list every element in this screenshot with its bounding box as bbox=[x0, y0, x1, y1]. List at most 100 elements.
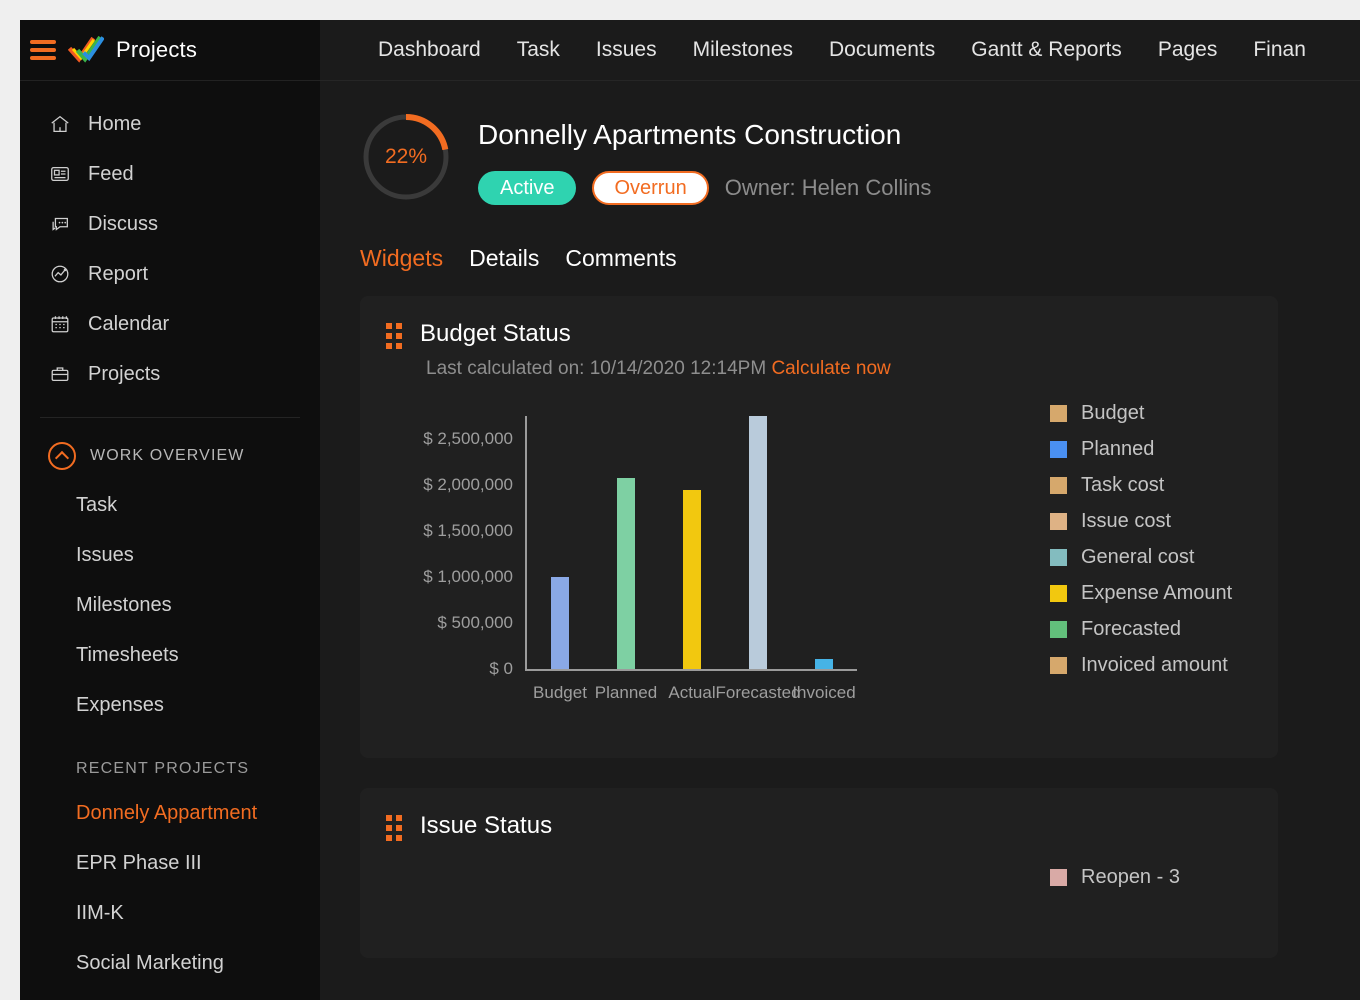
tab-dashboard[interactable]: Dashboard bbox=[360, 38, 499, 62]
sidebar-header: Projects bbox=[20, 20, 320, 81]
sidebar-section-work-overview[interactable]: WORK OVERVIEW bbox=[20, 418, 320, 480]
drag-handle-dots-icon[interactable] bbox=[386, 815, 402, 837]
budget-widget-title: Budget Status bbox=[420, 320, 571, 348]
section-label: WORK OVERVIEW bbox=[90, 447, 244, 465]
sidebar-item-label: Task bbox=[76, 494, 117, 517]
legend-item[interactable]: Forecasted bbox=[1050, 618, 1232, 641]
sidebar-item-label: Expenses bbox=[76, 694, 164, 717]
legend-item[interactable]: General cost bbox=[1050, 546, 1232, 569]
section-label: RECENT PROJECTS bbox=[76, 760, 249, 778]
project-header-text: Donnelly Apartments Construction Active … bbox=[478, 111, 931, 205]
sidebar-project-epr-phase-iii[interactable]: EPR Phase III bbox=[20, 838, 320, 888]
sidebar-item-home[interactable]: Home bbox=[20, 99, 320, 149]
legend-swatch bbox=[1050, 405, 1067, 422]
chart-bar[interactable] bbox=[617, 478, 635, 669]
chart-bar[interactable] bbox=[551, 577, 569, 669]
x-axis-tick-label: Actual bbox=[668, 683, 715, 703]
tab-comments[interactable]: Comments bbox=[565, 245, 676, 272]
drag-handle-dots-icon[interactable] bbox=[386, 323, 402, 345]
sidebar-item-milestones[interactable]: Milestones bbox=[20, 580, 320, 630]
legend-item[interactable]: Planned bbox=[1050, 438, 1232, 461]
project-subtabs: Widgets Details Comments bbox=[320, 205, 1360, 272]
legend-swatch bbox=[1050, 513, 1067, 530]
sidebar-project-donnely-appartment[interactable]: Donnely Appartment bbox=[20, 788, 320, 838]
sidebar-item-issues[interactable]: Issues bbox=[20, 530, 320, 580]
sidebar-item-label: Discuss bbox=[88, 213, 158, 236]
sidebar-item-label: Projects bbox=[88, 363, 160, 386]
legend-label: Budget bbox=[1081, 402, 1144, 425]
tab-milestones[interactable]: Milestones bbox=[675, 38, 811, 62]
tab-issues[interactable]: Issues bbox=[578, 38, 675, 62]
project-progress-ring: 22% bbox=[360, 111, 452, 203]
chart-bar[interactable] bbox=[749, 416, 767, 669]
last-calculated-label: Last calculated on: bbox=[426, 358, 584, 379]
y-axis-tick-label: $ 0 bbox=[489, 659, 513, 679]
y-axis-tick-label: $ 500,000 bbox=[437, 613, 513, 633]
x-axis-tick-label: Forecasted bbox=[715, 683, 800, 703]
chart-legend: Budget Planned Task cost Issue cost General … bbox=[1050, 402, 1232, 677]
calculate-now-link[interactable]: Calculate now bbox=[771, 358, 890, 379]
sidebar-project-iim-k[interactable]: IIM-K bbox=[20, 888, 320, 938]
legend-swatch bbox=[1050, 621, 1067, 638]
legend-item[interactable]: Invoiced amount bbox=[1050, 654, 1232, 677]
legend-swatch bbox=[1050, 585, 1067, 602]
sidebar-item-label: EPR Phase III bbox=[76, 852, 202, 875]
sidebar-item-projects[interactable]: Projects bbox=[20, 349, 320, 399]
sidebar-item-feed[interactable]: Feed bbox=[20, 149, 320, 199]
sidebar-item-expenses[interactable]: Expenses bbox=[20, 680, 320, 730]
feed-icon bbox=[48, 162, 72, 186]
legend-label: Issue cost bbox=[1081, 510, 1171, 533]
sidebar-project-social-marketing[interactable]: Social Marketing bbox=[20, 938, 320, 988]
sidebar-item-label: Feed bbox=[88, 163, 134, 186]
legend-label: Expense Amount bbox=[1081, 582, 1232, 605]
sidebar-item-calendar[interactable]: Calendar bbox=[20, 299, 320, 349]
y-axis-tick-label: $ 2,000,000 bbox=[423, 475, 513, 495]
report-chart-icon bbox=[48, 262, 72, 286]
status-badge-active[interactable]: Active bbox=[478, 171, 576, 205]
tab-task[interactable]: Task bbox=[499, 38, 578, 62]
tab-documents[interactable]: Documents bbox=[811, 38, 953, 62]
legend-label: General cost bbox=[1081, 546, 1194, 569]
legend-label: Reopen - 3 bbox=[1081, 866, 1180, 889]
legend-label: Task cost bbox=[1081, 474, 1164, 497]
calendar-icon bbox=[48, 312, 72, 336]
top-navigation-bar: Dashboard Task Issues Milestones Documen… bbox=[320, 20, 1360, 81]
budget-widget-header: Budget Status bbox=[360, 320, 1278, 348]
home-icon bbox=[48, 112, 72, 136]
legend-item[interactable]: Task cost bbox=[1050, 474, 1232, 497]
legend-item[interactable]: Reopen - 3 bbox=[1050, 866, 1180, 889]
chart-plot-area: $ 2,500,000$ 2,000,000$ 1,500,000$ 1,000… bbox=[525, 416, 857, 671]
tab-pages[interactable]: Pages bbox=[1140, 38, 1236, 62]
y-axis-tick-label: $ 1,500,000 bbox=[423, 521, 513, 541]
tab-widgets[interactable]: Widgets bbox=[360, 245, 443, 272]
sidebar-item-label: Home bbox=[88, 113, 141, 136]
chat-bubbles-icon bbox=[48, 212, 72, 236]
legend-item[interactable]: Issue cost bbox=[1050, 510, 1232, 533]
legend-item[interactable]: Budget bbox=[1050, 402, 1232, 425]
y-axis-tick-label: $ 2,500,000 bbox=[423, 429, 513, 449]
sidebar: Projects Home Feed Discuss bbox=[20, 20, 321, 1000]
sidebar-item-label: Report bbox=[88, 263, 148, 286]
chart-bar[interactable] bbox=[815, 659, 833, 669]
sidebar-item-task[interactable]: Task bbox=[20, 480, 320, 530]
hamburger-menu-icon[interactable] bbox=[30, 40, 56, 60]
sidebar-item-discuss[interactable]: Discuss bbox=[20, 199, 320, 249]
legend-swatch bbox=[1050, 477, 1067, 494]
brand-title: Projects bbox=[116, 37, 197, 63]
budget-last-calculated: Last calculated on: 10/14/2020 12:14PM C… bbox=[360, 358, 1278, 380]
legend-label: Planned bbox=[1081, 438, 1154, 461]
chart-bar[interactable] bbox=[683, 490, 701, 669]
sidebar-item-report[interactable]: Report bbox=[20, 249, 320, 299]
sidebar-item-timesheets[interactable]: Timesheets bbox=[20, 630, 320, 680]
issue-widget-header: Issue Status bbox=[360, 812, 1278, 840]
issue-status-widget: Issue Status Reopen - 3 bbox=[360, 788, 1278, 958]
legend-item[interactable]: Expense Amount bbox=[1050, 582, 1232, 605]
x-axis-tick-label: Budget bbox=[533, 683, 587, 703]
tab-details[interactable]: Details bbox=[469, 245, 539, 272]
sidebar-item-label: Timesheets bbox=[76, 644, 179, 667]
tab-gantt-reports[interactable]: Gantt & Reports bbox=[953, 38, 1140, 62]
y-axis-tick-label: $ 1,000,000 bbox=[423, 567, 513, 587]
tab-finance[interactable]: Finan bbox=[1235, 38, 1324, 62]
status-badge-overrun[interactable]: Overrun bbox=[592, 171, 708, 205]
legend-swatch bbox=[1050, 869, 1067, 886]
